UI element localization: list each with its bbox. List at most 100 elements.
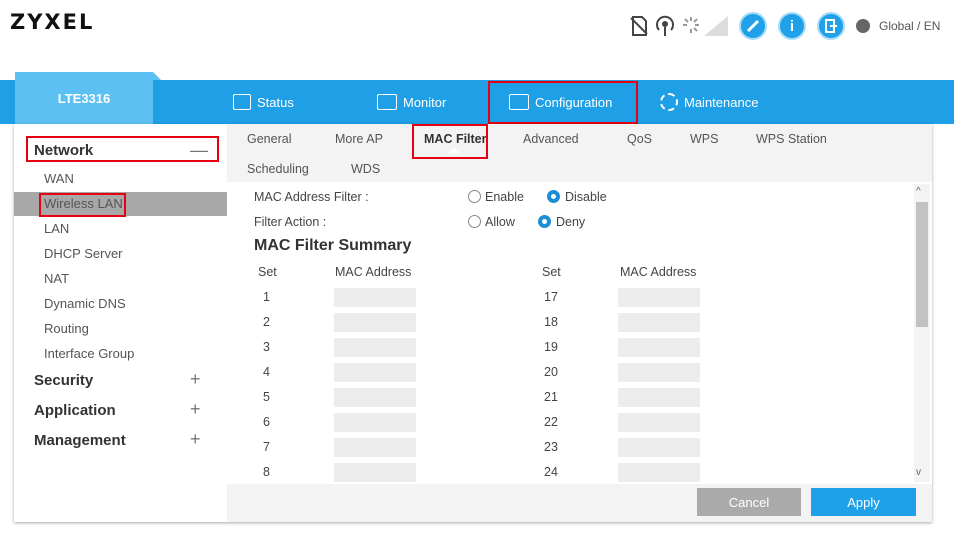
col-set-left: Set xyxy=(258,265,277,279)
tab-advanced[interactable]: Advanced xyxy=(523,132,579,146)
nav-status-label: Status xyxy=(257,94,294,110)
expand-icon[interactable]: + xyxy=(190,429,201,450)
nav-configuration-label: Configuration xyxy=(535,94,613,110)
nav-monitor-label: Monitor xyxy=(403,94,447,110)
nav-configuration[interactable]: Configuration xyxy=(509,80,612,124)
sim-icon xyxy=(630,16,648,36)
info-icon[interactable]: i xyxy=(778,12,806,40)
tab-wps[interactable]: WPS xyxy=(690,132,718,146)
enable-radio[interactable] xyxy=(468,190,481,203)
mac-address-field[interactable] xyxy=(618,313,700,332)
nav-maintenance[interactable]: Maintenance xyxy=(660,80,758,124)
expand-icon[interactable]: + xyxy=(190,369,201,390)
wizard-icon[interactable] xyxy=(739,12,767,40)
mac-address-field[interactable] xyxy=(334,413,416,432)
mac-address-field[interactable] xyxy=(618,463,700,482)
mac-address-field[interactable] xyxy=(618,363,700,382)
set-number: 23 xyxy=(544,440,558,454)
set-number: 4 xyxy=(263,365,270,379)
configuration-icon xyxy=(509,94,529,110)
sidebar-item-wireless-lan[interactable]: Wireless LAN xyxy=(44,196,123,211)
mac-address-field[interactable] xyxy=(334,338,416,357)
device-tab-notch xyxy=(153,72,161,80)
set-number: 6 xyxy=(263,415,270,429)
loading-icon xyxy=(682,16,700,34)
collapse-icon[interactable]: — xyxy=(190,140,208,161)
set-number: 17 xyxy=(544,290,558,304)
allow-label[interactable]: Allow xyxy=(485,215,515,229)
enable-label[interactable]: Enable xyxy=(485,190,524,204)
signal-bars-icon xyxy=(704,16,728,36)
tab-general[interactable]: General xyxy=(247,132,291,146)
scroll-down-icon[interactable]: v xyxy=(916,467,921,478)
mac-filter-label: MAC Address Filter : xyxy=(254,190,369,204)
mac-address-field[interactable] xyxy=(334,438,416,457)
nav-monitor[interactable]: Monitor xyxy=(377,80,446,124)
mac-address-field[interactable] xyxy=(334,313,416,332)
sidebar-section-security[interactable]: Security xyxy=(34,372,93,389)
device-tab[interactable]: LTE3316 xyxy=(15,72,153,124)
top-header: ZYXEL xyxy=(0,0,954,62)
active-tab-caret xyxy=(447,148,461,154)
mac-address-field[interactable] xyxy=(618,288,700,307)
tab-qos[interactable]: QoS xyxy=(627,132,652,146)
set-number: 7 xyxy=(263,440,270,454)
mac-address-field[interactable] xyxy=(618,438,700,457)
tab-wds[interactable]: WDS xyxy=(351,162,380,176)
disable-radio[interactable] xyxy=(547,190,560,203)
cancel-button[interactable]: Cancel xyxy=(697,488,801,516)
apply-button[interactable]: Apply xyxy=(811,488,916,516)
deny-label[interactable]: Deny xyxy=(556,215,585,229)
allow-radio[interactable] xyxy=(468,215,481,228)
disable-label[interactable]: Disable xyxy=(565,190,607,204)
sidebar-section-application[interactable]: Application xyxy=(34,402,116,419)
sidebar-item-dynamic-dns[interactable]: Dynamic DNS xyxy=(44,296,126,311)
nav-status[interactable]: Status xyxy=(233,80,294,124)
set-number: 19 xyxy=(544,340,558,354)
set-number: 21 xyxy=(544,390,558,404)
tab-scheduling[interactable]: Scheduling xyxy=(247,162,309,176)
col-mac-left: MAC Address xyxy=(335,265,412,279)
tab-more-ap[interactable]: More AP xyxy=(335,132,383,146)
monitor-icon xyxy=(377,94,397,110)
sidebar-section-network[interactable]: Network xyxy=(34,142,93,159)
summary-title: MAC Filter Summary xyxy=(254,237,412,254)
mac-address-field[interactable] xyxy=(334,463,416,482)
tab-mac-filter[interactable]: MAC Filter xyxy=(424,132,487,146)
sidebar-item-dhcp-server[interactable]: DHCP Server xyxy=(44,246,123,261)
set-number: 18 xyxy=(544,315,558,329)
sidebar-section-management[interactable]: Management xyxy=(34,432,126,449)
nav-maintenance-label: Maintenance xyxy=(684,94,759,110)
col-set-right: Set xyxy=(542,265,561,279)
mac-address-field[interactable] xyxy=(334,363,416,382)
mac-address-field[interactable] xyxy=(618,388,700,407)
set-number: 8 xyxy=(263,465,270,479)
info-glyph: i xyxy=(789,17,795,35)
sidebar-item-nat[interactable]: NAT xyxy=(44,271,69,286)
set-number: 1 xyxy=(263,290,270,304)
sidebar-item-routing[interactable]: Routing xyxy=(44,321,89,336)
content-area xyxy=(227,124,932,522)
status-icon xyxy=(233,94,251,110)
logout-icon[interactable] xyxy=(817,12,845,40)
sidebar-item-interface-group[interactable]: Interface Group xyxy=(44,346,134,361)
zyxel-logo: ZYXEL xyxy=(10,10,95,34)
deny-radio[interactable] xyxy=(538,215,551,228)
set-number: 3 xyxy=(263,340,270,354)
language-selector[interactable]: Global / EN xyxy=(879,19,940,33)
tab-wps-station[interactable]: WPS Station xyxy=(756,132,827,146)
globe-icon[interactable] xyxy=(856,19,870,33)
sidebar-item-wan[interactable]: WAN xyxy=(44,171,74,186)
sidebar-item-lan[interactable]: LAN xyxy=(44,221,69,236)
set-number: 5 xyxy=(263,390,270,404)
mac-address-field[interactable] xyxy=(618,338,700,357)
set-number: 20 xyxy=(544,365,558,379)
expand-icon[interactable]: + xyxy=(190,399,201,420)
scrollbar-thumb[interactable] xyxy=(916,202,928,327)
set-number: 22 xyxy=(544,415,558,429)
mac-address-field[interactable] xyxy=(334,288,416,307)
mac-address-field[interactable] xyxy=(334,388,416,407)
mac-address-field[interactable] xyxy=(618,413,700,432)
scroll-up-icon[interactable]: ^ xyxy=(916,186,921,197)
gear-icon xyxy=(660,93,678,111)
